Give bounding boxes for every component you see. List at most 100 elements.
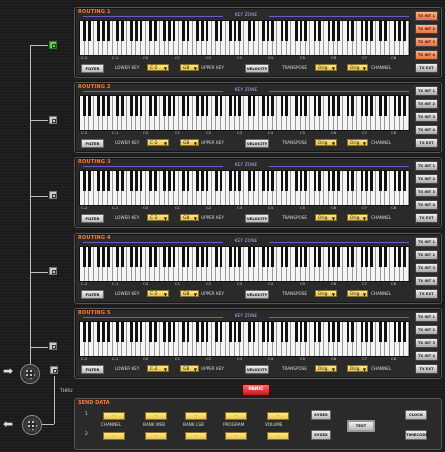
black-key[interactable] [266,322,270,342]
tx-button-1[interactable]: TX INT 1 [415,237,438,247]
black-key[interactable] [365,322,369,342]
black-key[interactable] [285,171,289,191]
black-key[interactable] [88,96,91,116]
black-key[interactable] [327,247,331,267]
black-key[interactable] [196,171,199,191]
black-key[interactable] [172,247,176,267]
routing-switch-5[interactable] [49,342,57,350]
black-key[interactable] [304,322,307,342]
black-key[interactable] [120,247,124,267]
transpose-select[interactable]: Orig ▼ [315,64,337,71]
black-key[interactable] [266,247,270,267]
black-key[interactable] [332,21,336,41]
black-key[interactable] [304,247,307,267]
black-key[interactable] [370,96,373,116]
black-key[interactable] [261,21,265,41]
tx-button-5[interactable]: TX EXT [415,213,438,223]
black-key[interactable] [346,21,350,41]
sysex-button-1[interactable]: SYSEX [311,410,331,420]
black-key[interactable] [280,21,284,41]
black-key[interactable] [196,96,199,116]
black-key[interactable] [167,171,171,191]
black-key[interactable] [97,322,101,342]
black-key[interactable] [186,171,190,191]
routing-switch-1[interactable] [49,41,57,49]
black-key[interactable] [398,322,401,342]
black-key[interactable] [360,322,364,342]
black-key[interactable] [304,21,307,41]
send-dropdown-row2[interactable]: - [145,432,167,440]
black-key[interactable] [83,96,87,116]
send-dropdown-row1[interactable]: - [267,412,289,420]
lower-key-select[interactable]: C-2 ▼ [147,64,169,71]
black-key[interactable] [402,322,406,342]
sysex-button-2[interactable]: SYSEX [311,430,331,440]
black-key[interactable] [332,247,336,267]
tx-button-2[interactable]: TX INT 2 [415,24,438,34]
tx-button-4[interactable]: TX INT 4 [415,50,438,60]
black-key[interactable] [186,21,190,41]
black-key[interactable] [294,247,298,267]
black-key[interactable] [149,21,152,41]
tx-button-2[interactable]: TX INT 2 [415,174,438,184]
transpose-select[interactable]: Orig ▼ [315,139,337,146]
black-key[interactable] [88,247,91,267]
lower-key-select[interactable]: C-2 ▼ [147,290,169,297]
black-key[interactable] [351,21,354,41]
black-key[interactable] [106,322,110,342]
black-key[interactable] [294,322,298,342]
black-key[interactable] [214,96,218,116]
black-key[interactable] [116,247,119,267]
black-key[interactable] [182,247,185,267]
black-key[interactable] [365,171,369,191]
black-key[interactable] [153,21,157,41]
black-key[interactable] [139,247,143,267]
black-key[interactable] [102,322,105,342]
black-key[interactable] [167,247,171,267]
black-key[interactable] [153,171,157,191]
black-key[interactable] [398,96,401,116]
black-key[interactable] [384,322,387,342]
black-key[interactable] [163,21,166,41]
black-key[interactable] [83,247,87,267]
black-key[interactable] [379,96,383,116]
send-dropdown-row1[interactable]: - [185,412,207,420]
black-key[interactable] [285,21,289,41]
black-key[interactable] [299,247,303,267]
black-key[interactable] [252,21,256,41]
black-key[interactable] [261,322,265,342]
send-dropdown-row2[interactable]: - [103,432,125,440]
routing-switch-3[interactable] [49,191,57,199]
black-key[interactable] [261,96,265,116]
black-key[interactable] [214,322,218,342]
black-key[interactable] [130,96,134,116]
black-key[interactable] [266,171,270,191]
black-key[interactable] [247,21,251,41]
black-key[interactable] [97,171,101,191]
black-key[interactable] [346,171,350,191]
send-dropdown-row2[interactable]: - [225,432,247,440]
black-key[interactable] [102,247,105,267]
black-key[interactable] [327,171,331,191]
keyboard[interactable] [79,170,410,206]
black-key[interactable] [229,96,232,116]
black-key[interactable] [200,96,204,116]
black-key[interactable] [370,247,373,267]
black-key[interactable] [351,247,354,267]
black-key[interactable] [205,171,209,191]
black-key[interactable] [172,96,176,116]
black-key[interactable] [130,247,134,267]
filter-button[interactable]: FILTER [81,365,104,374]
black-key[interactable] [172,171,176,191]
black-key[interactable] [83,21,87,41]
black-key[interactable] [379,322,383,342]
tx-button-1[interactable]: TX INT 1 [415,312,438,322]
tx-button-2[interactable]: TX INT 2 [415,250,438,260]
black-key[interactable] [83,171,87,191]
black-key[interactable] [393,171,397,191]
filter-button[interactable]: FILTER [81,64,104,73]
black-key[interactable] [116,171,119,191]
transpose-select[interactable]: Orig ▼ [315,290,337,297]
black-key[interactable] [299,171,303,191]
black-key[interactable] [370,322,373,342]
